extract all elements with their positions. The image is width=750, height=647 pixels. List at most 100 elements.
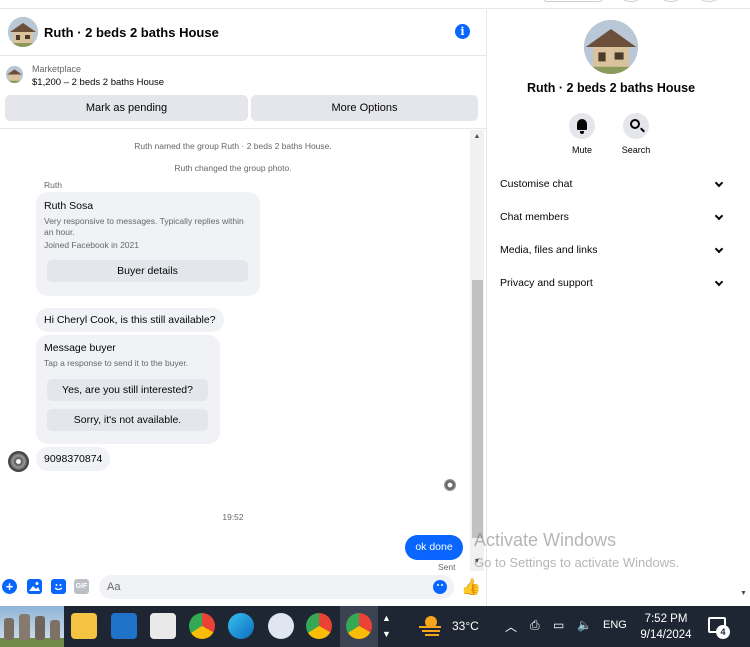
snipping-tool-icon[interactable]: [268, 613, 294, 639]
chat-title: Ruth · 2 beds 2 baths House: [44, 25, 219, 40]
message-input[interactable]: Aa: [99, 575, 454, 599]
show-hidden-icons-icon[interactable]: ︿: [505, 618, 517, 635]
message-buyer-subtitle: Tap a response to send it to the buyer.: [44, 358, 189, 368]
panel-row-chat-members[interactable]: Chat members: [500, 207, 724, 227]
profile-name: Ruth Sosa: [44, 200, 94, 212]
clock-time: 7:52 PM: [644, 613, 688, 625]
sender-name: Ruth: [44, 180, 62, 190]
more-options-button[interactable]: More Options: [251, 95, 478, 121]
message-buyer-card: Message buyer Tap a response to send it …: [36, 335, 220, 444]
panel-row-customise-chat[interactable]: Customise chat: [500, 174, 724, 194]
panel-row-label: Chat members: [500, 211, 569, 223]
thumbs-up-icon[interactable]: 👍: [461, 577, 481, 597]
volume-icon[interactable]: 🔈: [577, 618, 592, 632]
search-button[interactable]: [623, 113, 649, 139]
moai-statues-icon: [0, 614, 64, 647]
system-message: Ruth changed the group photo.: [174, 163, 292, 173]
house-photo-icon: [6, 66, 23, 83]
top-pill: [622, 0, 640, 2]
panel-row-media-files-links[interactable]: Media, files and links: [500, 240, 724, 260]
listing-price[interactable]: $1,200 – 2 beds 2 baths House: [32, 77, 164, 88]
mute-action[interactable]: Mute: [562, 113, 602, 155]
panel-title: Ruth · 2 beds 2 baths House: [526, 81, 696, 95]
mark-pending-button[interactable]: Mark as pending: [5, 95, 248, 121]
messenger-app: Ruth · 2 beds 2 baths House i Marketplac…: [0, 0, 750, 606]
mute-label: Mute: [571, 145, 592, 155]
message-list[interactable]: Ruth named the group Ruth · 2 beds 2 bat…: [0, 130, 470, 571]
message-bubble[interactable]: Hi Cheryl Cook, is this still available?: [36, 308, 224, 332]
photo-icon[interactable]: [27, 579, 42, 594]
house-photo-icon: [584, 20, 638, 74]
mute-button[interactable]: [569, 113, 595, 139]
profile-card: Ruth Sosa Very responsive to messages. T…: [36, 192, 260, 296]
bell-icon: [577, 119, 587, 134]
microsoft-store-icon[interactable]: [150, 613, 176, 639]
chevron-down-icon: [714, 244, 724, 254]
system-message: Ruth named the group Ruth · 2 beds 2 bat…: [134, 141, 332, 151]
scroll-thumb[interactable]: [472, 280, 483, 538]
panel-row-label: Privacy and support: [500, 277, 593, 289]
quick-reply-not-available[interactable]: Sorry, it's not available.: [47, 409, 208, 431]
chat-column: Ruth · 2 beds 2 baths House i Marketplac…: [0, 10, 487, 606]
top-pill: [662, 0, 680, 2]
gif-icon[interactable]: GIF: [74, 579, 89, 594]
activate-windows-title: Activate Windows: [474, 530, 617, 550]
message-scrollbar[interactable]: ▲ ▼: [470, 130, 484, 571]
group-avatar[interactable]: [8, 17, 38, 47]
weather-sun-haze-icon: [419, 616, 441, 636]
chrome-profile-icon[interactable]: [306, 613, 332, 639]
scroll-up-arrow-icon[interactable]: ▲: [472, 132, 482, 142]
panel-group-avatar[interactable]: [584, 20, 638, 74]
taskbar-scroll-arrows-icon[interactable]: ▲ ▼: [382, 610, 391, 642]
mail-icon[interactable]: [111, 613, 137, 639]
info-icon[interactable]: i: [455, 24, 470, 39]
time-separator: 19:52: [222, 512, 244, 522]
panel-row-privacy-support[interactable]: Privacy and support: [500, 273, 724, 293]
emoji-icon[interactable]: [433, 580, 447, 594]
message-bubble[interactable]: 9098370874: [36, 447, 111, 471]
start-button[interactable]: [0, 606, 64, 647]
panel-row-label: Media, files and links: [500, 244, 598, 256]
chat-details-panel: Ruth · 2 beds 2 baths House Mute Search …: [488, 10, 750, 606]
notification-count-badge: 4: [716, 625, 730, 639]
sticker-icon[interactable]: [51, 579, 66, 594]
panel-row-label: Customise chat: [500, 178, 573, 190]
chevron-down-icon: [714, 178, 724, 188]
edge-icon[interactable]: [228, 613, 254, 639]
message-buyer-title: Message buyer: [44, 342, 116, 354]
weather-icon[interactable]: [417, 614, 444, 637]
profile-responsiveness: Very responsive to messages. Typically r…: [44, 216, 244, 237]
chevron-down-icon: [714, 211, 724, 221]
chevron-down-icon: [714, 277, 724, 287]
chat-header: Ruth · 2 beds 2 baths House i: [0, 10, 487, 56]
chrome-icon[interactable]: [189, 613, 215, 639]
listing-thumbnail[interactable]: [6, 66, 23, 83]
page-scroll-down-icon[interactable]: ▼: [737, 590, 750, 606]
clock[interactable]: 7:52 PM 9/14/2024: [639, 611, 693, 643]
buyer-details-button[interactable]: Buyer details: [47, 260, 248, 282]
house-photo-icon: [8, 17, 38, 47]
read-receipt-avatar: [444, 479, 456, 491]
add-icon[interactable]: +: [2, 579, 17, 594]
search-action[interactable]: Search: [616, 113, 656, 155]
marketplace-label: Marketplace: [32, 64, 82, 74]
quick-reply-interested[interactable]: Yes, are you still interested?: [47, 379, 208, 401]
chrome-active-icon[interactable]: [346, 613, 372, 639]
file-explorer-icon[interactable]: [71, 613, 97, 639]
top-pill: [700, 0, 718, 2]
profile-joined: Joined Facebook in 2021: [44, 240, 139, 250]
meet-now-icon[interactable]: ⎙: [530, 618, 540, 633]
search-label: Search: [621, 145, 651, 155]
sent-message-bubble[interactable]: ok done: [405, 535, 463, 560]
windows-taskbar: ▲ ▼ 33°C ︿ ⎙ ▭ 🔈 ENG 7:52 PM 9/14/2024 4: [0, 606, 750, 647]
temperature[interactable]: 33°C: [452, 619, 479, 633]
photo-glyph-icon: [29, 582, 40, 591]
network-icon[interactable]: ▭: [553, 618, 564, 632]
language-indicator[interactable]: ENG: [603, 619, 627, 631]
sender-avatar[interactable]: [8, 451, 29, 472]
search-icon: [630, 119, 640, 129]
top-pill: [543, 0, 603, 2]
composer: + GIF Aa 👍: [0, 571, 487, 606]
marketplace-bar: Marketplace $1,200 – 2 beds 2 baths Hous…: [0, 57, 487, 129]
sent-status: Sent: [438, 562, 456, 571]
